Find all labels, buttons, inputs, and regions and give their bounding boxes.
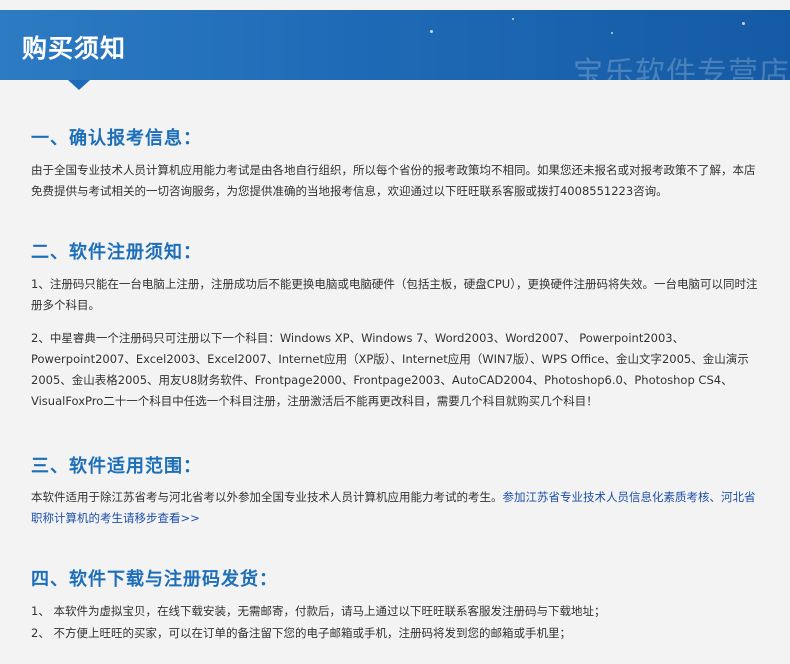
sparkle-decoration	[742, 22, 745, 25]
paragraph: 2、 不方便上旺旺的买家，可以在订单的备注留下您的电子邮箱或手机，注册码将发到您…	[31, 626, 571, 640]
section-title-confirm-info: 一、确认报考信息：	[31, 128, 202, 149]
page-title: 购买须知	[22, 34, 127, 63]
section-title-scope: 三、软件适用范围：	[31, 456, 202, 477]
sparkle-decoration	[430, 30, 433, 33]
scope-text: 本软件适用于除江苏省考与河北省考以外参加全国专业技术人员计算机应用能力考试的考生…	[31, 490, 503, 504]
header-banner: 购买须知 宝乐软件专营店	[0, 10, 790, 80]
paragraph: 1、注册码只能在一台电脑上注册，注册成功后不能更换电脑或电脑硬件（包括主板，硬盘…	[31, 277, 758, 312]
paragraph: 2、中星睿典一个注册码只可注册以下一个科目：Windows XP、Windows…	[31, 331, 749, 408]
shop-name-watermark: 宝乐软件专营店	[573, 56, 790, 80]
sparkle-decoration	[512, 18, 514, 20]
section-title-download: 四、软件下载与注册码发货：	[31, 569, 278, 590]
header-pointer-arrow	[68, 80, 90, 90]
sparkle-decoration	[611, 32, 613, 34]
paragraph: 1、 本软件为虚拟宝贝，在线下载安装，无需邮寄，付款后，请马上通过以下旺旺联系客…	[31, 604, 606, 618]
paragraph: 由于全国专业技术人员计算机应用能力考试是由各地自行组织，所以每个省份的报考政策均…	[31, 163, 756, 198]
paragraph-scope: 本软件适用于除江苏省考与河北省考以外参加全国专业技术人员计算机应用能力考试的考生…	[31, 487, 766, 529]
section-title-registration: 二、软件注册须知：	[31, 242, 202, 263]
purchase-notice-panel: 购买须知 宝乐软件专营店 一、确认报考信息： 由于全国专业技术人员计算机应用能力…	[0, 0, 790, 664]
